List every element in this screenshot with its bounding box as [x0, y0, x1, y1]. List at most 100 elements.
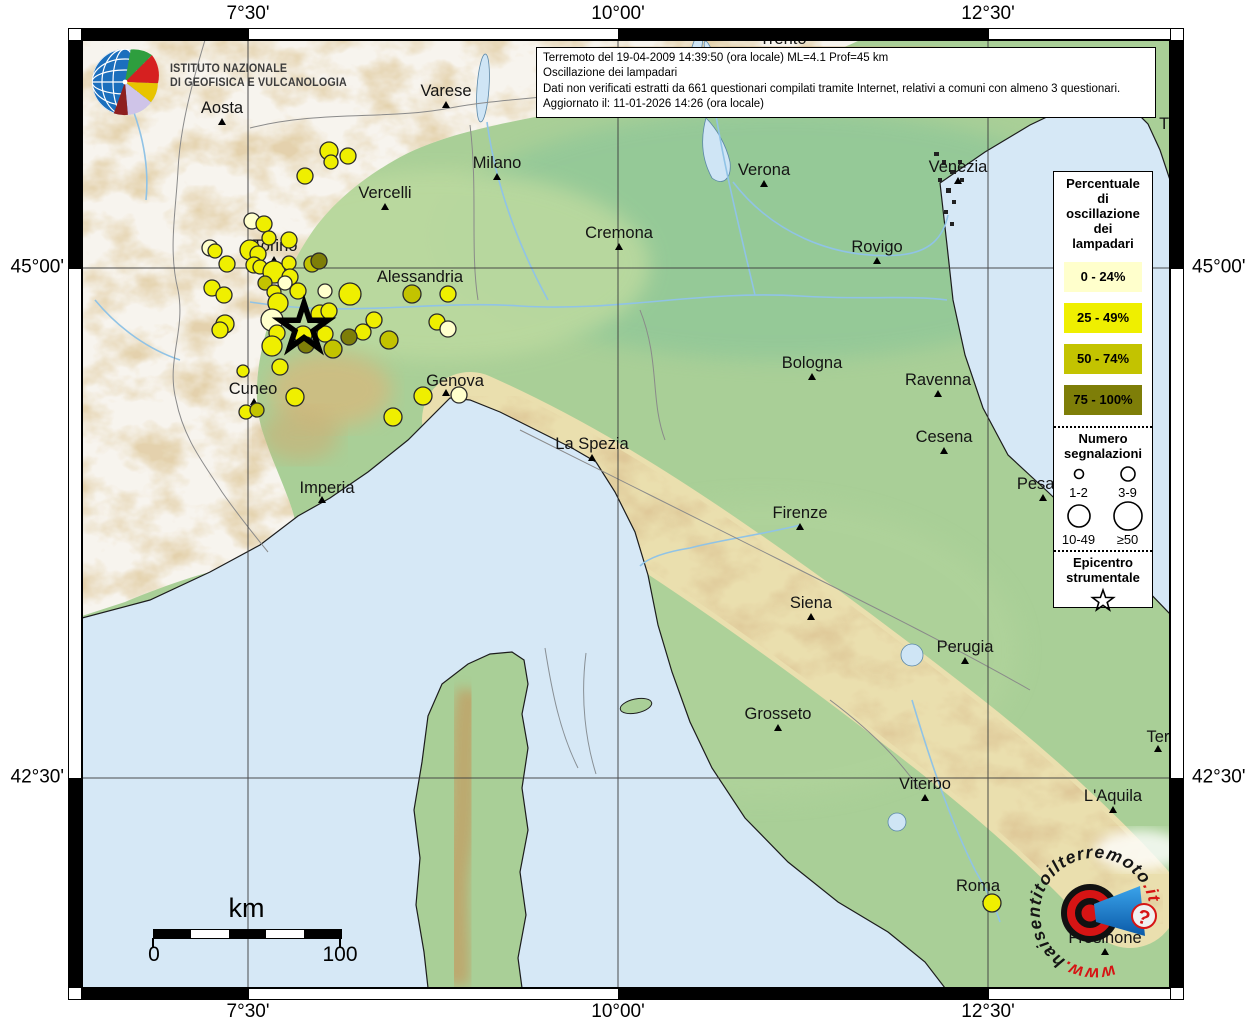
info-line-updated: Aggiornato il: 11-01-2026 14:26 (ora loc… — [543, 98, 764, 111]
scale-segment — [191, 930, 229, 938]
map-frame-top — [68, 28, 1184, 40]
info-line-event: Terremoto del 19-04-2009 14:39:50 (ora l… — [543, 52, 889, 64]
report-dot — [207, 243, 223, 259]
map-stage: 7°30' 10°00' 12°30' 7°30' 10°00' 12°30' … — [0, 0, 1255, 1024]
report-dot — [215, 286, 233, 304]
legend-divider-1 — [1054, 426, 1152, 428]
report-dot — [379, 330, 399, 350]
scale-bar: km 0 100 — [140, 893, 357, 985]
city-label: Siena — [790, 594, 833, 612]
legend-size-item-0: 1-2 — [1054, 463, 1103, 500]
ingv-line2: DI GEOFISICA E VULCANOLOGIA — [170, 77, 347, 90]
city-label: Cesena — [916, 428, 974, 446]
ingv-globe-icon — [92, 49, 159, 116]
city-label: Rovigo — [851, 238, 902, 256]
report-dot — [402, 284, 422, 304]
report-dot — [323, 154, 339, 170]
logo-text-www: www. — [1058, 956, 1117, 984]
report-dot — [285, 387, 305, 407]
report-dot — [317, 283, 333, 299]
map-frame-left — [68, 28, 82, 1000]
legend-classes: 0 - 24% 25 - 49% 50 - 74% 75 - 100% — [1054, 262, 1152, 415]
report-dot — [413, 386, 433, 406]
legend-sizes-title: Numero segnalazioni — [1063, 431, 1143, 461]
report-dot — [450, 386, 468, 404]
report-dot — [255, 215, 273, 233]
map-frame-bottom — [68, 988, 1184, 1000]
legend-class-swatch-2: 50 - 74% — [1064, 344, 1142, 374]
city-label: Cuneo — [229, 380, 278, 398]
report-dot — [281, 255, 297, 271]
city-label: Varese — [420, 82, 471, 100]
info-line-effect: Oscillazione dei lampadari — [543, 67, 678, 80]
report-dot — [310, 252, 328, 270]
city-label: Cremona — [585, 224, 654, 242]
scale-segment — [303, 930, 342, 938]
legend-class-swatch-3: 75 - 100% — [1064, 385, 1142, 415]
info-line-source: Dati non verificati estratti da 661 ques… — [543, 82, 1121, 95]
city-label: Firenze — [772, 504, 827, 522]
legend-size-label: 10-49 — [1061, 532, 1096, 547]
city-label: Imperia — [299, 479, 355, 497]
report-dot — [296, 167, 314, 185]
report-dot — [271, 358, 289, 376]
city-label: La Spezia — [555, 435, 629, 453]
legend-size-item-3: ≥50 — [1103, 500, 1152, 547]
legend-size-item-2: 10-49 — [1054, 500, 1103, 547]
report-dot — [982, 893, 1002, 913]
report-dot — [439, 320, 457, 338]
scale-bar-segments — [153, 929, 342, 939]
report-count-circle-icon — [1073, 468, 1084, 480]
legend-epicenter-star — [1054, 587, 1152, 616]
report-count-circle-icon — [1119, 466, 1136, 482]
report-dot — [320, 302, 338, 320]
city-label: Roma — [956, 877, 1001, 895]
legend-title: Percentuale di oscillazione dei lampadar… — [1066, 176, 1140, 251]
ingv-logo: ISTITUTO NAZIONALE DI GEOFISICA E VULCAN… — [88, 45, 347, 123]
report-dot — [338, 282, 362, 306]
report-count-circle-icon — [1112, 501, 1143, 531]
city-label: Vercelli — [358, 184, 411, 202]
city-label: Perugia — [937, 638, 995, 656]
ingv-wordmark: ISTITUTO NAZIONALE DI GEOFISICA E VULCAN… — [170, 62, 347, 91]
scale-segment — [266, 930, 304, 938]
scale-segment — [228, 930, 267, 938]
scale-segment — [154, 930, 192, 938]
city-label: Ravenna — [905, 371, 972, 389]
city-label: Bologna — [782, 354, 843, 372]
legend-size-item-1: 3-9 — [1103, 463, 1152, 500]
city-label: Alessandria — [377, 268, 464, 286]
report-dot — [280, 231, 298, 249]
legend-size-label: 1-2 — [1069, 485, 1088, 500]
report-dot — [261, 335, 283, 357]
report-dot — [261, 230, 277, 246]
report-dot — [383, 407, 403, 427]
epicenter-star-icon — [1090, 587, 1116, 612]
report-dot — [339, 147, 357, 165]
city-label: Verona — [738, 161, 791, 179]
scale-start-label: 0 — [148, 943, 160, 966]
legend-class-swatch-1: 25 - 49% — [1064, 303, 1142, 333]
city-label: Viterbo — [899, 775, 951, 793]
haisentito-logo: ? www.haisentitoilterremoto.it — [1024, 842, 1164, 985]
report-dot — [218, 255, 236, 273]
report-count-circle-icon — [1066, 504, 1091, 528]
map-legend: Percentuale di oscillazione dei lampadar… — [1053, 171, 1153, 612]
report-dot — [211, 321, 229, 339]
scale-end-label: 100 — [322, 943, 358, 966]
city-label: L'Aquila — [1084, 787, 1143, 805]
legend-class-swatch-0: 0 - 24% — [1064, 262, 1142, 292]
legend-epicenter-title: Epicentro strumentale — [1066, 555, 1140, 585]
legend-size-label: ≥50 — [1116, 532, 1139, 547]
legend-size-label: 3-9 — [1118, 485, 1137, 500]
report-dot — [323, 339, 343, 359]
earthquake-info-box: Terremoto del 19-04-2009 14:39:50 (ora l… — [536, 47, 1156, 118]
city-label: Grosseto — [745, 705, 812, 723]
city-label: Venezia — [929, 158, 989, 176]
report-dot — [439, 285, 457, 303]
scale-unit: km — [228, 893, 265, 923]
city-label: Milano — [473, 154, 522, 172]
report-dot — [340, 328, 358, 346]
ingv-line1: ISTITUTO NAZIONALE — [170, 63, 288, 75]
report-dot — [249, 402, 265, 418]
